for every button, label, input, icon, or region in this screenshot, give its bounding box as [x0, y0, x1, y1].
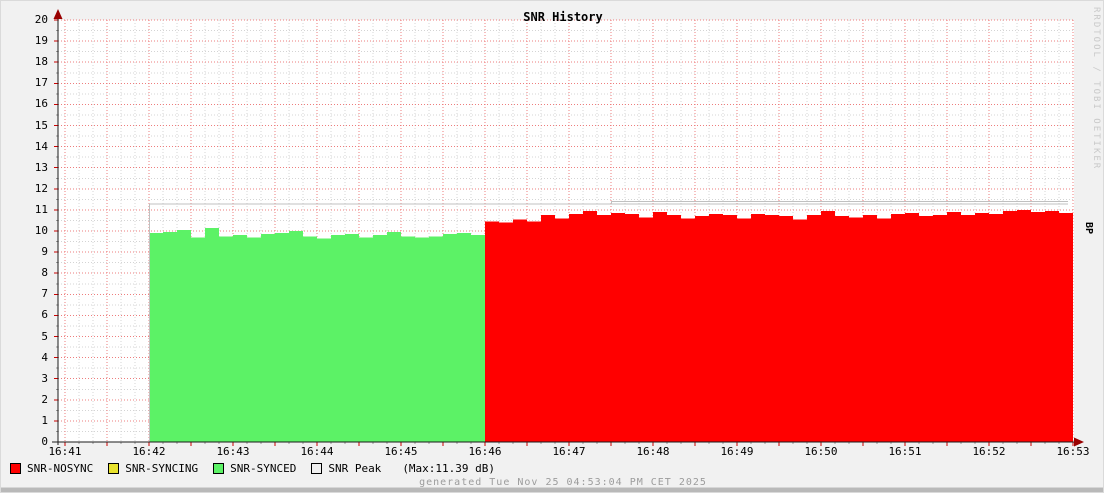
- y-tick-label: 20: [34, 13, 48, 26]
- right-axis-label: BP: [1083, 222, 1094, 235]
- window-bottom-border: [1, 487, 1103, 492]
- snr-history-chart: [52, 9, 1084, 447]
- x-tick-label: 16:44: [300, 445, 334, 458]
- x-tick-label: 16:50: [804, 445, 838, 458]
- legend-label: SNR Peak: [328, 462, 382, 475]
- x-tick-label: 16:51: [888, 445, 922, 458]
- legend-item: SNR-SYNCING: [108, 462, 198, 475]
- legend-item: SNR-SYNCED: [213, 462, 296, 475]
- y-tick-label: 2: [41, 392, 48, 406]
- legend-item: SNR Peak: [311, 462, 381, 475]
- y-tick-label: 12: [34, 181, 48, 195]
- y-tick-label: 7: [41, 287, 48, 301]
- legend-item: SNR-NOSYNC: [10, 462, 93, 475]
- rrdtool-watermark: RRDTOOL / TOBI OETIKER: [1091, 7, 1101, 171]
- y-tick-label: 11: [34, 202, 48, 216]
- area-snr-nosync: [485, 209, 1073, 442]
- x-tick-label: 16:45: [384, 445, 418, 458]
- y-tick-label: 16: [34, 97, 48, 111]
- y-tick-label: 15: [34, 118, 48, 132]
- y-tick-label: 6: [41, 308, 48, 322]
- legend: SNR-NOSYNC SNR-SYNCING SNR-SYNCED SNR Peak (…: [10, 462, 495, 475]
- x-tick-label: 16:46: [468, 445, 502, 458]
- x-tick-label: 16:52: [972, 445, 1006, 458]
- peak-max-note: (Max:11.39 dB): [402, 462, 496, 475]
- y-tick-label: 3: [41, 371, 48, 385]
- y-tick-label: 1: [41, 413, 48, 427]
- y-tick-label: 10: [34, 224, 48, 237]
- rrdtool-graph-window: SNR History 0 1 2 3 4 5 6 7 8 9 10 11 12 13 14 15 16 17 18…: [0, 0, 1104, 493]
- y-tick-label: 5: [41, 329, 48, 343]
- x-tick-label: 16:53: [1056, 445, 1090, 458]
- x-tick-label: 16:47: [552, 445, 586, 458]
- x-tick-label: 16:41: [48, 445, 82, 458]
- legend-swatch: [10, 463, 21, 474]
- legend-label: SNR-SYNCED: [230, 462, 297, 475]
- y-tick-label: 8: [41, 266, 48, 280]
- x-tick-label: 16:49: [720, 445, 754, 458]
- y-tick-label: 17: [34, 76, 48, 90]
- legend-swatch: [311, 463, 323, 474]
- y-tick-label: 19: [34, 34, 48, 48]
- x-tick-label: 16:48: [636, 445, 670, 458]
- y-tick-label: 9: [41, 245, 48, 259]
- area-snr-synced: [149, 227, 485, 442]
- y-tick-label: 18: [34, 55, 48, 69]
- legend-swatch: [213, 463, 225, 474]
- legend-swatch: [108, 463, 120, 474]
- legend-label: SNR-NOSYNC: [27, 462, 94, 475]
- y-tick-label: 13: [34, 160, 48, 174]
- y-tick-label: 4: [41, 350, 48, 364]
- x-tick-label: 16:43: [216, 445, 250, 458]
- y-tick-label: 14: [34, 139, 48, 153]
- x-tick-label: 16:42: [132, 445, 166, 458]
- legend-label: SNR-SYNCING: [125, 462, 199, 475]
- chart-title: SNR History: [523, 10, 603, 24]
